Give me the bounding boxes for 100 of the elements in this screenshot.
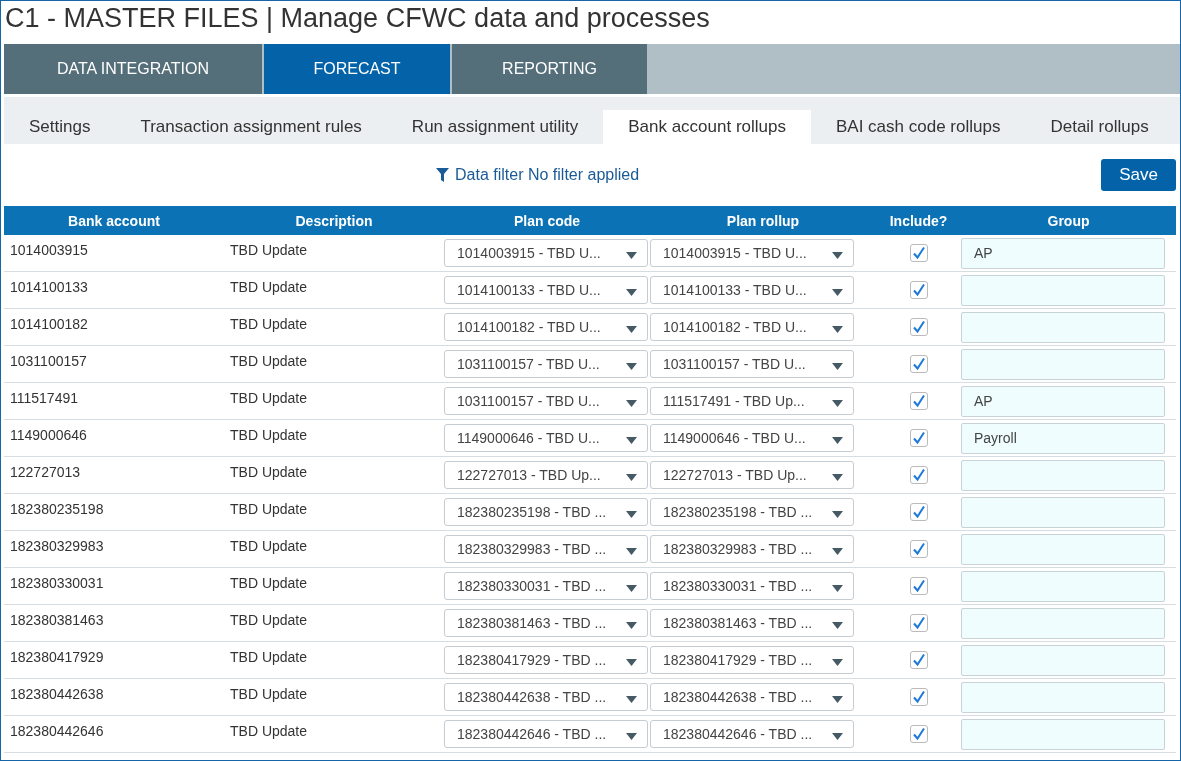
table-cell: TBD Update xyxy=(230,501,308,517)
plan-code-dropdown[interactable]: 1031100157 - TBD U... xyxy=(444,387,648,415)
group-field[interactable] xyxy=(961,570,1165,602)
group-field[interactable] xyxy=(961,311,1165,343)
caret-icon xyxy=(626,585,637,592)
caret-icon xyxy=(832,363,843,370)
table-cell: 182380417929 xyxy=(10,649,104,665)
group-field[interactable]: AP xyxy=(961,385,1165,417)
group-field[interactable] xyxy=(961,644,1165,676)
plan-rollup-dropdown[interactable]: 111517491 - TBD Up... xyxy=(650,387,854,415)
data-filter-link[interactable]: Data filter No filter applied xyxy=(436,166,640,184)
table-cell: 1014100182 xyxy=(10,316,88,332)
plan-rollup-dropdown[interactable]: 1014100182 - TBD U... xyxy=(650,313,854,341)
table-cell: 182380442646 xyxy=(10,723,104,739)
plan-code-dropdown[interactable]: 182380381463 - TBD ... xyxy=(444,609,648,637)
group-field[interactable] xyxy=(961,348,1165,380)
caret-icon xyxy=(626,437,637,444)
plan-code-dropdown[interactable]: 1014100182 - TBD U... xyxy=(444,313,648,341)
column-header: Bank account xyxy=(4,206,224,235)
sub-tab[interactable]: Detail rollups xyxy=(1025,110,1174,144)
include-checkbox[interactable] xyxy=(909,244,928,262)
plan-rollup-dropdown[interactable]: 182380329983 - TBD ... xyxy=(650,535,854,563)
table-cell: TBD Update xyxy=(230,575,308,591)
plan-rollup-dropdown[interactable]: 182380330031 - TBD ... xyxy=(650,572,854,600)
caret-icon xyxy=(626,289,637,296)
plan-rollup-dropdown[interactable]: 182380417929 - TBD ... xyxy=(650,646,854,674)
caret-icon xyxy=(832,696,843,703)
group-field[interactable] xyxy=(961,274,1165,306)
caret-icon xyxy=(832,622,843,629)
table-cell: 1014003915 xyxy=(10,242,88,258)
caret-icon xyxy=(832,400,843,407)
table-cell: TBD Update xyxy=(230,390,308,406)
plan-code-dropdown[interactable]: 182380235198 - TBD ... xyxy=(444,498,648,526)
caret-icon xyxy=(626,733,637,740)
plan-code-dropdown[interactable]: 182380330031 - TBD ... xyxy=(444,572,648,600)
caret-icon xyxy=(626,326,637,333)
group-field[interactable]: Payroll xyxy=(961,422,1165,454)
caret-icon xyxy=(626,363,637,370)
caret-icon xyxy=(832,548,843,555)
caret-icon xyxy=(832,289,843,296)
caret-icon xyxy=(626,511,637,518)
main-tab[interactable]: REPORTING xyxy=(452,44,647,94)
include-checkbox[interactable] xyxy=(909,503,928,521)
caret-icon xyxy=(832,733,843,740)
include-checkbox[interactable] xyxy=(909,429,928,447)
plan-rollup-dropdown[interactable]: 1149000646 - TBD U... xyxy=(650,424,854,452)
plan-code-dropdown[interactable]: 1149000646 - TBD U... xyxy=(444,424,648,452)
group-field[interactable] xyxy=(961,607,1165,639)
plan-rollup-dropdown[interactable]: 1014100133 - TBD U... xyxy=(650,276,854,304)
plan-code-dropdown[interactable]: 182380417929 - TBD ... xyxy=(444,646,648,674)
plan-rollup-dropdown[interactable]: 1014003915 - TBD U... xyxy=(650,239,854,267)
sub-tab[interactable]: Run assignment utility xyxy=(386,110,604,144)
group-field[interactable] xyxy=(961,533,1165,565)
plan-code-dropdown[interactable]: 182380329983 - TBD ... xyxy=(444,535,648,563)
sub-tab[interactable]: BAI cash code rollups xyxy=(811,110,1026,144)
group-field[interactable] xyxy=(961,496,1165,528)
main-tab[interactable]: DATA INTEGRATION xyxy=(4,44,262,94)
group-field[interactable] xyxy=(961,681,1165,713)
include-checkbox[interactable] xyxy=(909,540,928,558)
include-checkbox[interactable] xyxy=(909,392,928,410)
table-cell: TBD Update xyxy=(230,538,308,554)
table-cell: TBD Update xyxy=(230,242,308,258)
plan-code-dropdown[interactable]: 1014100133 - TBD U... xyxy=(444,276,648,304)
include-checkbox[interactable] xyxy=(909,355,928,373)
plan-code-dropdown[interactable]: 182380442646 - TBD ... xyxy=(444,720,648,748)
caret-icon xyxy=(832,437,843,444)
table-cell: TBD Update xyxy=(230,353,308,369)
sub-tab[interactable]: Bank account rollups xyxy=(603,110,811,144)
plan-rollup-dropdown[interactable]: 182380442646 - TBD ... xyxy=(650,720,854,748)
caret-icon xyxy=(832,585,843,592)
include-checkbox[interactable] xyxy=(909,577,928,595)
plan-code-dropdown[interactable]: 122727013 - TBD Up... xyxy=(444,461,648,489)
include-checkbox[interactable] xyxy=(909,688,928,706)
plan-code-dropdown[interactable]: 1031100157 - TBD U... xyxy=(444,350,648,378)
include-checkbox[interactable] xyxy=(909,725,928,743)
column-header: Group xyxy=(961,206,1176,235)
sub-tab[interactable]: Transaction assignment rules xyxy=(115,110,387,144)
plan-code-dropdown[interactable]: 182380442638 - TBD ... xyxy=(444,683,648,711)
plan-code-dropdown[interactable]: 1014003915 - TBD U... xyxy=(444,239,648,267)
table-cell: TBD Update xyxy=(230,686,308,702)
plan-rollup-dropdown[interactable]: 122727013 - TBD Up... xyxy=(650,461,854,489)
include-checkbox[interactable] xyxy=(909,318,928,336)
plan-rollup-dropdown[interactable]: 182380381463 - TBD ... xyxy=(650,609,854,637)
group-field[interactable]: AP xyxy=(961,237,1165,269)
sub-tab[interactable]: Settings xyxy=(4,110,116,144)
table-cell: TBD Update xyxy=(230,649,308,665)
plan-rollup-dropdown[interactable]: 1031100157 - TBD U... xyxy=(650,350,854,378)
group-field[interactable] xyxy=(961,459,1165,491)
plan-rollup-dropdown[interactable]: 182380442638 - TBD ... xyxy=(650,683,854,711)
caret-icon xyxy=(626,622,637,629)
include-checkbox[interactable] xyxy=(909,651,928,669)
group-field[interactable] xyxy=(961,718,1165,750)
plan-rollup-dropdown[interactable]: 182380235198 - TBD ... xyxy=(650,498,854,526)
caret-icon xyxy=(626,548,637,555)
include-checkbox[interactable] xyxy=(909,281,928,299)
include-checkbox[interactable] xyxy=(909,614,928,632)
table-cell: 182380442638 xyxy=(10,686,104,702)
save-button[interactable]: Save xyxy=(1101,159,1176,191)
include-checkbox[interactable] xyxy=(909,466,928,484)
main-tab[interactable]: FORECAST xyxy=(264,44,450,94)
